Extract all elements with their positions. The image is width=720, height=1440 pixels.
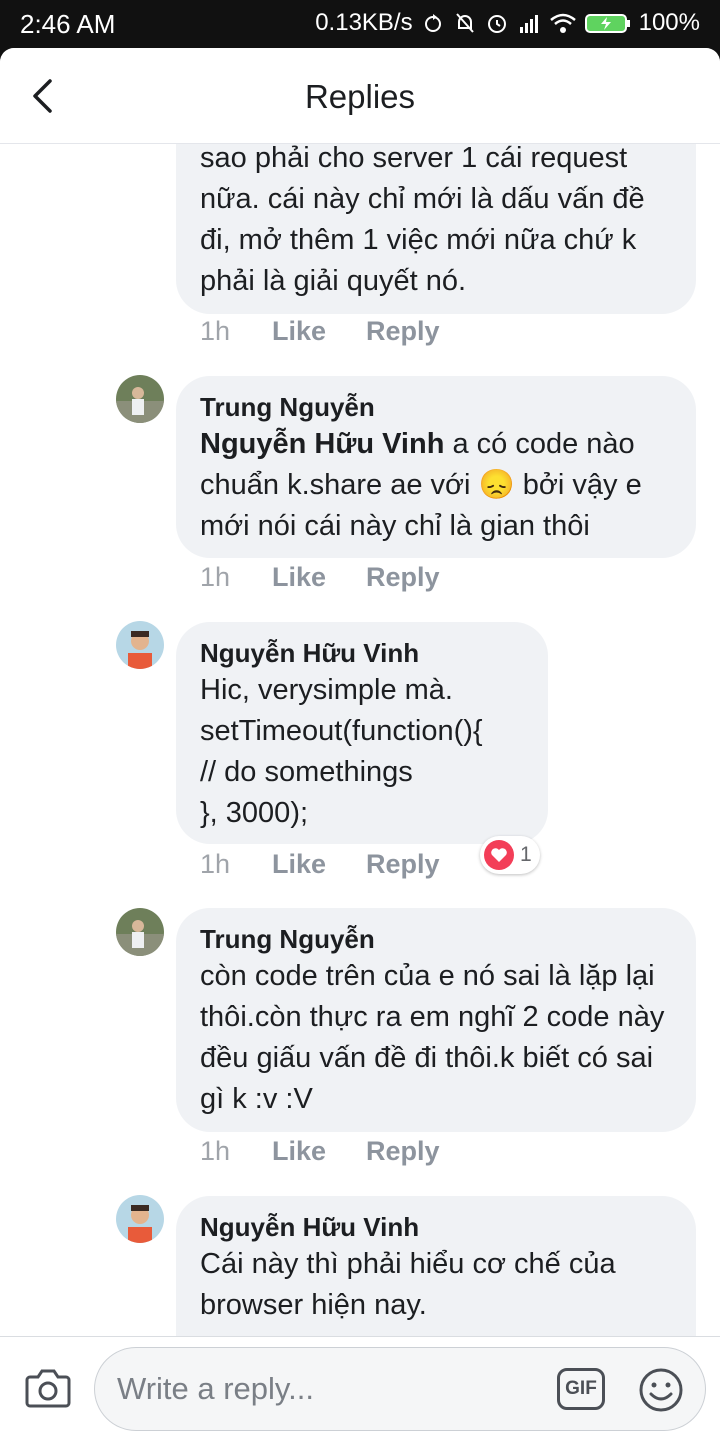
reply-button[interactable]: Reply (366, 316, 440, 347)
comment-time: 1h (200, 1136, 231, 1166)
comment-time: 1h (200, 562, 231, 592)
reply-button[interactable]: Reply (366, 849, 440, 880)
like-button[interactable]: Like (272, 316, 366, 347)
comment-line: // do somethings (200, 756, 413, 788)
status-icons: 0.13KB/s 100% (315, 9, 700, 37)
mention-link[interactable]: Nguyễn Hữu Vinh (200, 428, 444, 460)
comment-author[interactable]: Trung Nguyễn (200, 922, 672, 956)
like-button[interactable]: Like (272, 1136, 366, 1167)
alarm-icon (487, 15, 506, 33)
emoji-button[interactable] (637, 1366, 685, 1414)
comment-author[interactable]: Nguyễn Hữu Vinh (200, 1210, 672, 1244)
battery-icon (584, 14, 630, 33)
avatar-image (116, 375, 164, 423)
comment-bubble[interactable]: Trung Nguyễn Nguyễn Hữu Vinh a có code n… (176, 376, 696, 558)
avatar[interactable] (116, 375, 164, 423)
comment-meta: 1h Like Reply (200, 316, 440, 347)
avatar[interactable] (116, 908, 164, 956)
comment-meta: 1h Like Reply (200, 1136, 440, 1167)
comment-author[interactable]: Nguyễn Hữu Vinh (200, 636, 524, 670)
reply-input-wrapper: GIF (94, 1347, 706, 1431)
reply-button[interactable]: Reply (366, 1136, 440, 1167)
comment-bubble[interactable]: Nguyễn Hữu Vinh Cái này thì phải hiểu cơ… (176, 1196, 696, 1336)
smiley-icon (639, 1368, 683, 1412)
comment-text: Cái này thì phải hiểu cơ chế của browser… (200, 1248, 616, 1321)
comment-text: sao phải cho server 1 cái request nữa. c… (200, 144, 645, 297)
status-bar: 2:46 AM 0.13KB/s 100% (0, 0, 720, 48)
avatar-image (116, 1195, 164, 1243)
avatar[interactable] (116, 1195, 164, 1243)
reply-thread[interactable]: sao phải cho server 1 cái request nữa. c… (0, 144, 720, 1336)
comment-bubble[interactable]: sao phải cho server 1 cái request nữa. c… (176, 144, 696, 314)
comment-meta: 1h Like Reply (200, 849, 440, 880)
like-button[interactable]: Like (272, 849, 366, 880)
comment-time: 1h (200, 849, 231, 879)
gif-button[interactable]: GIF (557, 1368, 605, 1410)
reply-button[interactable]: Reply (366, 562, 440, 593)
comment-text: còn code trên của e nó sai là lặp lại th… (200, 960, 665, 1115)
comment-meta: 1h Like Reply (200, 562, 440, 593)
camera-button[interactable] (24, 1365, 72, 1409)
avatar-image (116, 621, 164, 669)
reaction-count: 1 (520, 843, 532, 866)
camera-icon (25, 1369, 71, 1408)
status-time: 2:46 AM (20, 9, 116, 39)
disappointed-emoji-icon: 😞 (478, 469, 515, 501)
page-title: Replies (304, 78, 416, 115)
net-speed: 0.13KB/s (315, 9, 413, 36)
like-button[interactable]: Like (272, 562, 366, 593)
comment-line: Hic, verysimple mà. (200, 674, 453, 706)
mute-bell-icon (455, 13, 474, 33)
comment-line: }, 3000); (200, 797, 309, 829)
comment-text: Nguyễn Hữu Vinh a có code nào chuẩn k.sh… (200, 424, 672, 547)
signal-icon (519, 15, 538, 33)
comment-time: 1h (200, 316, 231, 346)
comment-bubble[interactable]: Trung Nguyễn còn code trên của e nó sai … (176, 908, 696, 1132)
battery-level: 100% (638, 9, 700, 36)
comment-author[interactable]: Trung Nguyễn (200, 390, 672, 424)
reply-input[interactable] (117, 1366, 537, 1412)
header: Replies (0, 48, 720, 144)
reply-composer: GIF (0, 1336, 720, 1440)
reaction-badge[interactable]: 1 (480, 836, 540, 874)
avatar[interactable] (116, 621, 164, 669)
avatar-image (116, 908, 164, 956)
heart-icon (484, 840, 514, 870)
sync-icon (424, 14, 441, 32)
comment-line: setTimeout(function(){ (200, 715, 483, 747)
comment-bubble[interactable]: Nguyễn Hữu Vinh Hic, verysimple mà. setT… (176, 622, 548, 844)
replies-sheet: Replies sao phải cho server 1 cái reques… (0, 48, 720, 1440)
wifi-icon (549, 13, 576, 33)
